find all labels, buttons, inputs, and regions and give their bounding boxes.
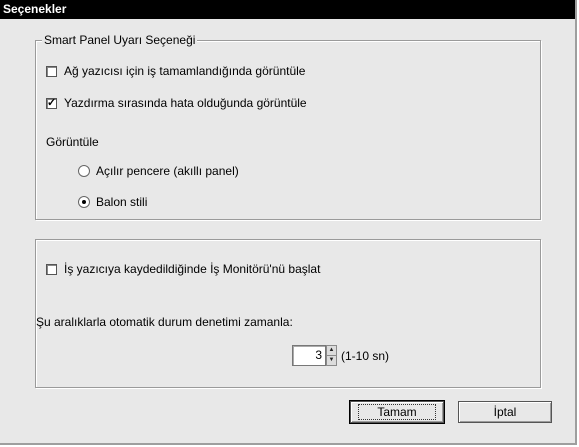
options-dialog: Seçenekler Smart Panel Uyarı Seçeneği Ağ… [0,0,577,445]
up-arrow-icon[interactable]: ▲ [327,346,336,356]
checkbox-unchecked-icon[interactable] [46,65,57,77]
dialog-title: Seçenekler [0,0,575,19]
ok-button[interactable]: Tamam [349,400,445,424]
display-heading: Görüntüle [46,135,99,149]
interval-stepper[interactable]: 3 ▲ ▼ (1-10 sn) [292,345,389,366]
start-monitor-label: İş yazıcıya kaydedildiğinde İş Monitörü'… [64,262,321,276]
radio-unselected-icon[interactable] [78,165,90,177]
error-option-label: Yazdırma sırasında hata olduğunda görünt… [64,96,307,110]
interval-input[interactable]: 3 [292,345,326,366]
ok-button-label: Tamam [358,404,436,420]
down-arrow-icon[interactable]: ▼ [327,356,336,365]
cancel-button-label: İptal [493,405,517,419]
monitor-group: İş yazıcıya kaydedildiğinde İş Monitörü'… [35,239,541,388]
balloon-radio-label: Balon stili [96,195,148,209]
smart-panel-legend: Smart Panel Uyarı Seçeneği [42,33,198,48]
interval-range-label: (1-10 sn) [341,348,390,363]
stepper-buttons[interactable]: ▲ ▼ [326,345,337,366]
schedule-label: Şu aralıklarla otomatik durum denetimi z… [36,315,293,329]
error-option-checkbox[interactable]: Yazdırma sırasında hata olduğunda görünt… [46,96,307,110]
cancel-button[interactable]: İptal [458,401,552,423]
checkbox-unchecked-icon[interactable] [46,263,57,275]
smart-panel-group: Smart Panel Uyarı Seçeneği Ağ yazıcısı i… [35,33,541,220]
checkbox-checked-icon[interactable] [46,96,57,109]
radio-selected-icon[interactable] [78,196,90,208]
popup-radio[interactable]: Açılır pencere (akıllı panel) [78,164,239,178]
popup-radio-label: Açılır pencere (akıllı panel) [96,164,239,178]
network-option-checkbox[interactable]: Ağ yazıcısı için iş tamamlandığında görü… [46,64,305,78]
balloon-radio[interactable]: Balon stili [78,195,147,209]
network-option-label: Ağ yazıcısı için iş tamamlandığında görü… [64,64,306,78]
start-monitor-checkbox[interactable]: İş yazıcıya kaydedildiğinde İş Monitörü'… [46,262,320,276]
